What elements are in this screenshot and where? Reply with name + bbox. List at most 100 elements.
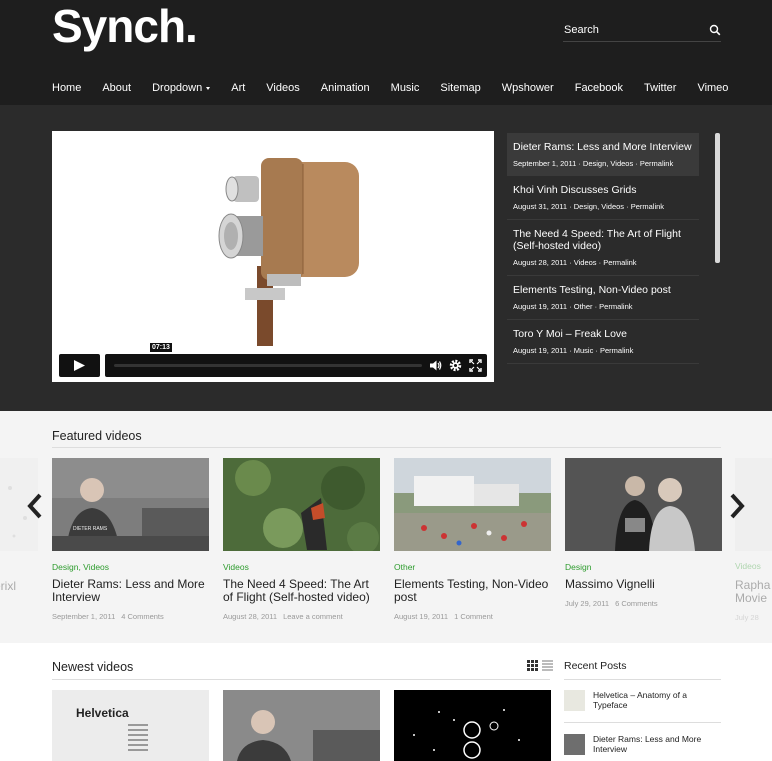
featured-card[interactable]: Videos The Need 4 Speed: The Art of Flig… (223, 458, 380, 621)
playlist-item-title: The Need 4 Speed: The Art of Flight (Sel… (513, 228, 681, 252)
playlist-item-title: Khoi Vinh Discusses Grids (513, 184, 637, 196)
playlist-item-title: Toro Y Moi – Freak Love (513, 328, 628, 340)
playlist-item-meta: September 1, 2011 · Design, Videos · Per… (513, 159, 674, 168)
playlist-item-meta: August 28, 2011 · Videos · Permalink (513, 258, 637, 267)
card-title[interactable]: Elements Testing, Non-Video post (394, 578, 551, 604)
card-title[interactable]: The Need 4 Speed: The Art of Flight (Sel… (223, 578, 380, 604)
newest-video-thumb[interactable]: Helvetica (52, 690, 209, 761)
playlist-item[interactable]: Khoi Vinh Discusses Grids August 31, 201… (507, 176, 699, 220)
featured-card-thumb[interactable] (394, 458, 551, 551)
partial-card-title[interactable]: Rapha Movie (735, 579, 772, 605)
card-comments[interactable]: 6 Comments (615, 599, 658, 608)
playlist-scrollbar[interactable] (715, 133, 720, 381)
playlist-scrollbar-thumb[interactable] (715, 133, 720, 263)
card-category[interactable]: Design (565, 562, 722, 572)
nav-animation[interactable]: Animation (321, 82, 370, 94)
nav-home[interactable]: Home (52, 82, 81, 94)
thumb-image (394, 458, 551, 551)
featured-card-thumb[interactable] (223, 458, 380, 551)
search-box (563, 20, 721, 42)
thumb-image (52, 458, 209, 551)
playlist-item-meta: August 19, 2011 · Other · Permalink (513, 302, 633, 311)
nav-dropdown[interactable]: Dropdown (152, 82, 211, 94)
video-playlist: Dieter Rams: Less and More Interview Sep… (507, 133, 699, 381)
nav-videos[interactable]: Videos (266, 82, 299, 94)
recent-posts-title: Recent Posts (564, 660, 627, 672)
nav-art[interactable]: Art (231, 82, 245, 94)
card-title[interactable]: Dieter Rams: Less and More Interview (52, 578, 209, 604)
card-category[interactable]: Other (394, 562, 551, 572)
recent-post-item[interactable]: Dieter Rams: Less and More Interview (564, 734, 721, 759)
card-date: August 28, 2011 (223, 612, 278, 621)
card-meta: August 28, 2011 Leave a comment (223, 612, 380, 621)
play-icon (74, 360, 85, 371)
featured-section-title: Featured videos (52, 429, 142, 443)
featured-videos-section: Featured videos erixl DIETER RAMS Design… (0, 411, 772, 643)
control-bar: 07:13 (105, 343, 487, 377)
card-date: July 29, 2011 (565, 599, 610, 608)
newest-video-thumb[interactable] (223, 690, 380, 761)
thumb-image (223, 690, 380, 761)
featured-card[interactable]: DIETER RAMS Design, Videos Dieter Rams: … (52, 458, 209, 621)
playlist-item[interactable]: Dieter Rams: Less and More Interview Sep… (507, 133, 699, 176)
progress-scrubber[interactable] (114, 364, 422, 367)
nav-sitemap[interactable]: Sitemap (440, 82, 480, 94)
main-nav: Home About Dropdown Art Videos Animation… (52, 82, 749, 94)
featured-card-thumb[interactable]: DIETER RAMS (52, 458, 209, 551)
card-category[interactable]: Videos (223, 562, 380, 572)
newest-video-thumb[interactable] (394, 690, 551, 761)
thumb-image (565, 458, 722, 551)
nav-about[interactable]: About (102, 82, 131, 94)
thumb-image (394, 690, 551, 761)
card-comments[interactable]: 4 Comments (121, 612, 164, 621)
recent-post-title[interactable]: Helvetica – Anatomy of a Typeface (593, 690, 721, 710)
nav-twitter[interactable]: Twitter (644, 82, 676, 94)
nav-facebook[interactable]: Facebook (575, 82, 623, 94)
card-title[interactable]: Massimo Vignelli (565, 578, 722, 591)
play-button[interactable] (59, 354, 100, 377)
newest-section-title: Newest videos (52, 660, 134, 674)
playlist-item[interactable]: The Need 4 Speed: The Art of Flight (Sel… (507, 220, 699, 276)
search-input[interactable] (563, 21, 693, 39)
view-toggle (527, 660, 553, 671)
playlist-item-meta: August 19, 2011 · Music · Permalink (513, 346, 634, 355)
carousel-prev-button[interactable] (25, 491, 45, 521)
nav-wpshower[interactable]: Wpshower (502, 82, 554, 94)
recent-post-title[interactable]: Dieter Rams: Less and More Interview (593, 734, 721, 754)
thumb-caption: DIETER RAMS (73, 526, 108, 532)
carousel-next-button[interactable] (727, 491, 747, 521)
partial-card-title[interactable]: erixl (0, 579, 16, 593)
section-divider (564, 679, 721, 680)
settings-gear-icon[interactable] (449, 359, 462, 372)
nav-music[interactable]: Music (391, 82, 420, 94)
site-logo[interactable]: Synch. (52, 0, 198, 52)
recent-post-item[interactable]: Helvetica – Anatomy of a Typeface (564, 690, 721, 723)
fullscreen-icon[interactable] (469, 359, 482, 372)
nav-vimeo[interactable]: Vimeo (697, 82, 728, 94)
featured-card[interactable]: Other Elements Testing, Non-Video post A… (394, 458, 551, 621)
playlist-item-meta: August 31, 2011 · Design, Videos · Perma… (513, 202, 665, 211)
playlist-item-title: Dieter Rams: Less and More Interview (513, 141, 692, 153)
list-view-icon[interactable] (542, 660, 553, 671)
playlist-item-title: Elements Testing, Non-Video post (513, 284, 671, 296)
section-divider (52, 679, 550, 680)
chevron-left-icon (27, 493, 42, 519)
card-meta: September 1, 2011 4 Comments (52, 612, 209, 621)
card-category[interactable]: Design, Videos (52, 562, 209, 572)
search-icon[interactable] (709, 24, 721, 36)
card-comments[interactable]: 1 Comment (454, 612, 493, 621)
grid-view-icon[interactable] (527, 660, 538, 671)
video-player[interactable]: 07:13 (52, 131, 494, 382)
chevron-right-icon (730, 493, 745, 519)
volume-icon[interactable] (429, 359, 442, 372)
partial-card-category[interactable]: Videos (735, 561, 761, 571)
card-date: September 1, 2011 (52, 612, 116, 621)
card-date: August 19, 2011 (394, 612, 449, 621)
playlist-item[interactable]: Toro Y Moi – Freak Love August 19, 2011 … (507, 320, 699, 364)
nav-dropdown-label: Dropdown (152, 82, 203, 94)
featured-card-thumb[interactable] (565, 458, 722, 551)
player-controls: 07:13 (59, 343, 487, 377)
card-comments[interactable]: Leave a comment (283, 612, 343, 621)
playlist-item[interactable]: Elements Testing, Non-Video post August … (507, 276, 699, 320)
featured-card[interactable]: Design Massimo Vignelli July 29, 2011 6 C… (565, 458, 722, 608)
